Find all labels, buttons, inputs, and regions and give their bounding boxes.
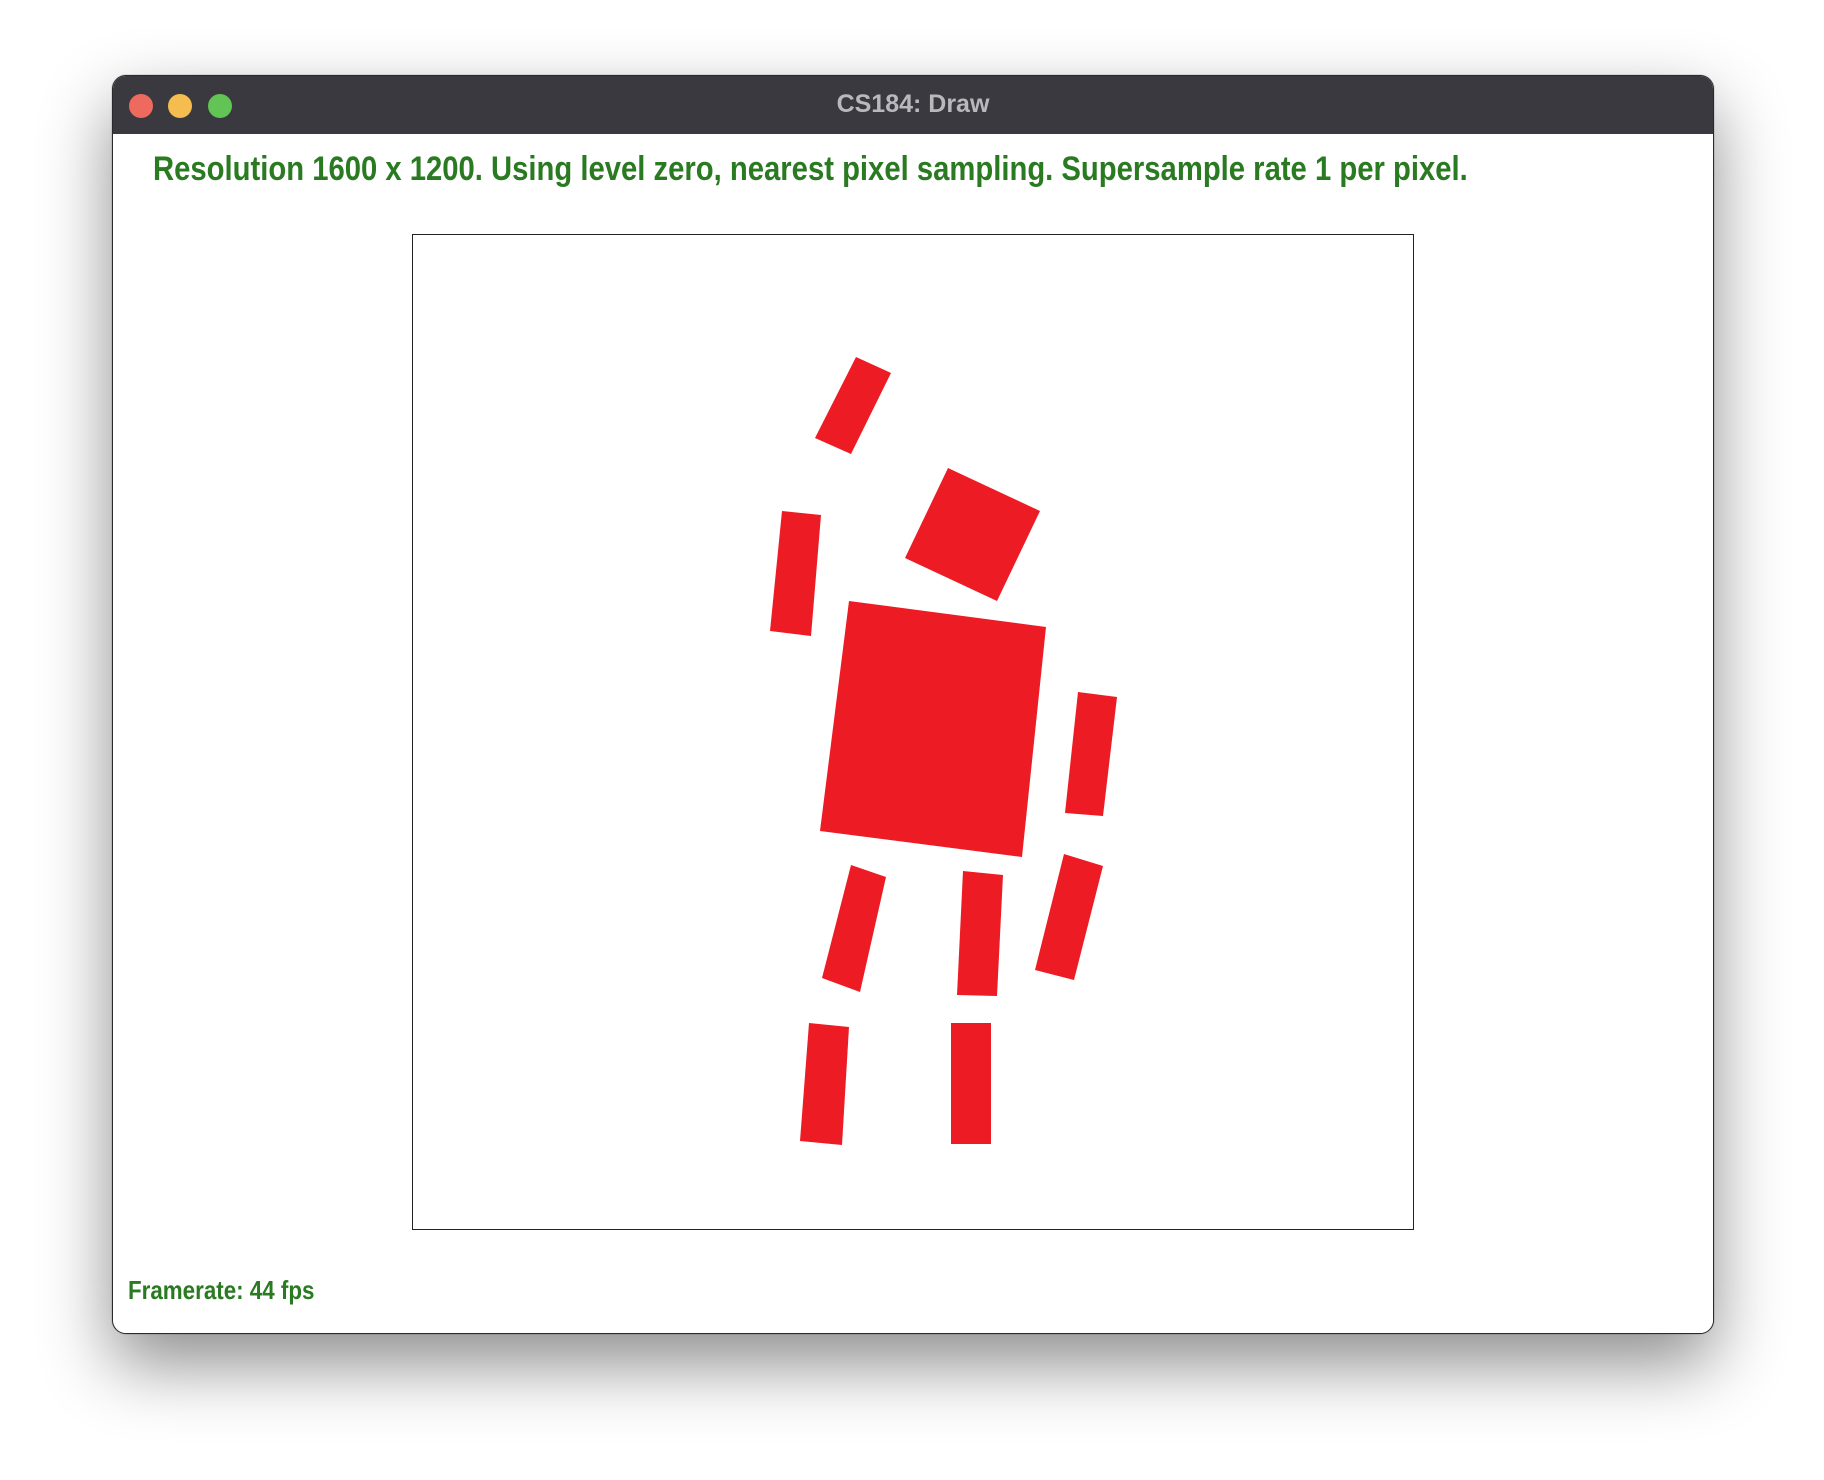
title-bar[interactable]: CS184: Draw (113, 76, 1713, 134)
drawing-canvas[interactable] (412, 234, 1414, 1230)
torso-shape (820, 601, 1046, 857)
left-thigh-shape (822, 865, 886, 992)
upper-arm-shape (815, 357, 891, 454)
window-title: CS184: Draw (836, 90, 990, 118)
framerate-text: Framerate: 44 fps (128, 1275, 315, 1305)
drawing-svg (770, 357, 1117, 1145)
window-content: Resolution 1600 x 1200. Using level zero… (113, 134, 1713, 1333)
right-thigh-shape (957, 871, 1003, 996)
forearm-shape (770, 511, 821, 636)
right-arm-shape (1065, 692, 1117, 816)
status-text: Resolution 1600 x 1200. Using level zero… (153, 150, 1468, 188)
left-shin-shape (800, 1023, 849, 1145)
app-window: CS184: Draw Resolution 1600 x 1200. Usin… (112, 75, 1714, 1334)
right-knee-shape (1035, 854, 1103, 980)
right-shin-shape (951, 1023, 991, 1144)
head-shape (905, 468, 1040, 601)
